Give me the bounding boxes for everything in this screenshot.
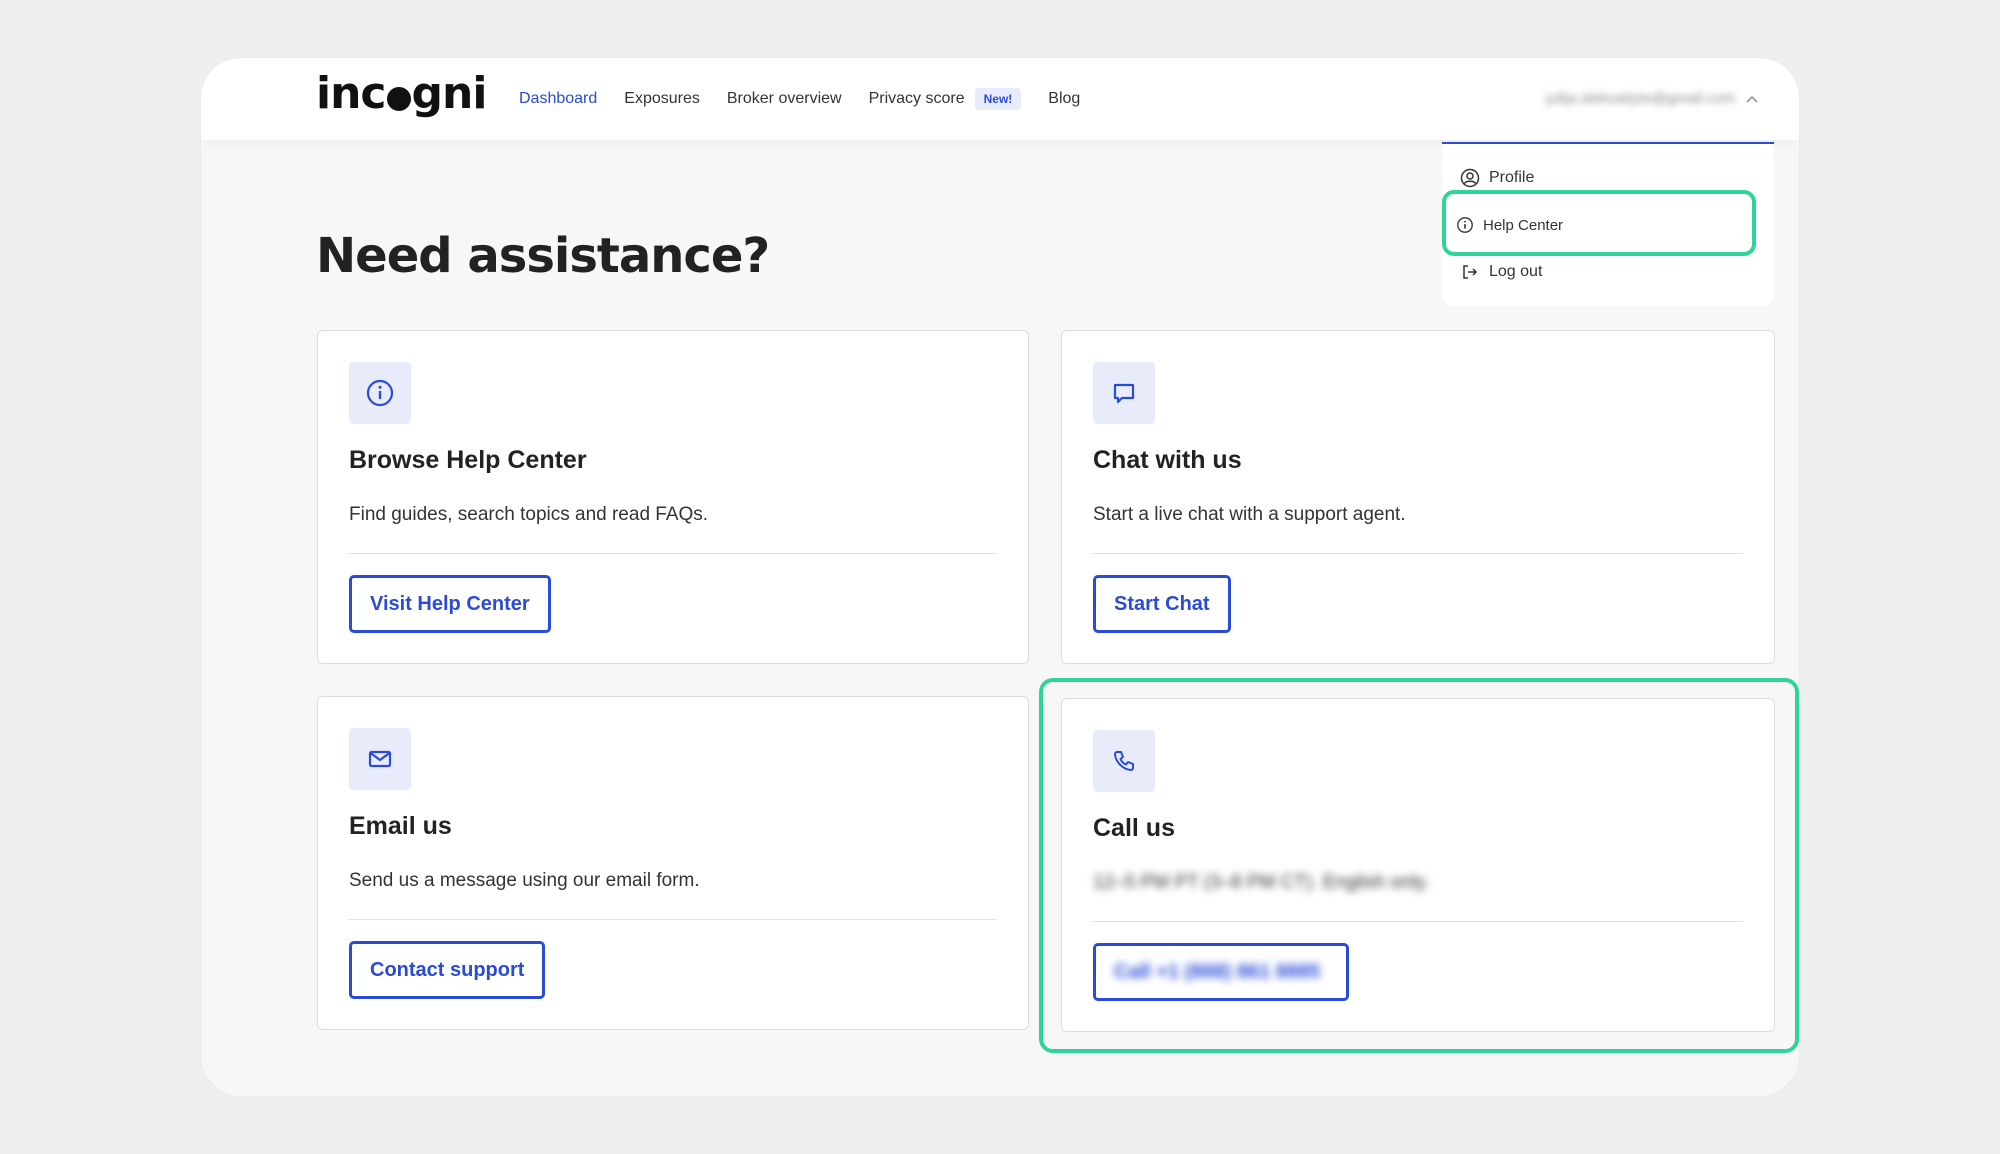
card-title: Browse Help Center (349, 446, 587, 474)
visit-help-center-button[interactable]: Visit Help Center (349, 575, 551, 633)
mail-icon (368, 750, 392, 768)
help-center-card: Browse Help Center Find guides, search t… (317, 330, 1029, 664)
chat-card: Chat with us Start a live chat with a su… (1061, 330, 1775, 664)
divider (349, 553, 997, 554)
nav-blog[interactable]: Blog (1048, 90, 1080, 108)
dropdown-item-label: Log out (1489, 263, 1543, 280)
chevron-up-icon (1746, 95, 1758, 103)
nav-exposures[interactable]: Exposures (624, 90, 700, 108)
call-card-highlight (1039, 678, 1799, 1053)
nav-dashboard[interactable]: Dashboard (519, 90, 597, 108)
chat-icon (1113, 383, 1135, 404)
divider (349, 919, 997, 920)
email-card: Email us Send us a message using our ema… (317, 696, 1029, 1030)
nav-privacy-score-label: Privacy score (868, 90, 965, 108)
card-description: Send us a message using our email form. (349, 870, 700, 891)
user-menu-toggle[interactable]: julija.aleksaityte@gmail.com (1546, 90, 1759, 107)
contact-support-button[interactable]: Contact support (349, 941, 546, 999)
card-description: Find guides, search topics and read FAQs… (349, 504, 709, 525)
main-nav: Dashboard Exposures Broker overview Priv… (519, 88, 1107, 110)
help-center-highlight (1442, 190, 1756, 256)
card-description: Start a live chat with a support agent. (1093, 504, 1406, 525)
page-title: Need assistance? (316, 228, 770, 284)
user-dropdown-menu: Profile Help Center Log out (1442, 142, 1774, 306)
nav-privacy-score[interactable]: Privacy score New! (869, 88, 1022, 110)
top-navigation-bar: inc gni Dashboard Exposures Broker overvi… (201, 58, 1799, 140)
icon-container (349, 362, 411, 424)
icon-container (349, 728, 411, 790)
nav-broker-overview[interactable]: Broker overview (727, 90, 842, 108)
icon-container (1093, 362, 1155, 424)
dropdown-item-label: Profile (1489, 169, 1535, 186)
user-circle-icon (1460, 168, 1480, 188)
app-window: inc gni Dashboard Exposures Broker overvi… (201, 58, 1799, 1096)
info-icon (366, 379, 394, 407)
user-email: julija.aleksaityte@gmail.com (1546, 90, 1735, 107)
dropdown-item-profile[interactable]: Profile (1460, 168, 1534, 188)
card-title: Chat with us (1093, 446, 1242, 474)
divider (1093, 553, 1743, 554)
start-chat-button[interactable]: Start Chat (1093, 575, 1231, 633)
card-title: Email us (349, 812, 452, 840)
dropdown-item-logout[interactable]: Log out (1460, 262, 1542, 282)
incogni-logo[interactable]: inc gni (316, 68, 487, 119)
logout-icon (1463, 265, 1478, 279)
new-badge: New! (974, 88, 1022, 110)
